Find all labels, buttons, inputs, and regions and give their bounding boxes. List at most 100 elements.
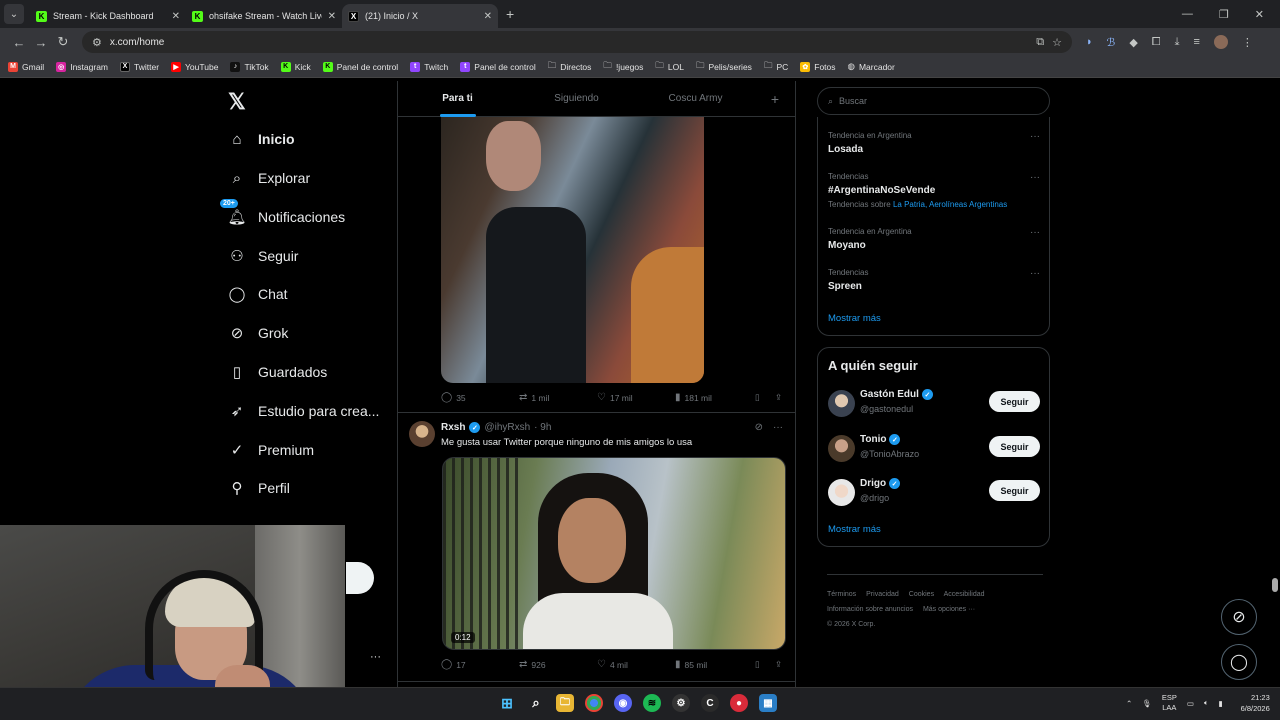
reading-list-icon[interactable]: ≡ [1193, 36, 1199, 48]
views-button[interactable]: ▮ 181 mil [675, 392, 755, 403]
tweet[interactable]: Rxsh ✓ @ihyRxsh · 9h ⊘ ··· Me gusta usar… [398, 413, 795, 683]
windows-start-icon[interactable]: ⊞ [498, 694, 516, 712]
nav-profile[interactable]: ⚲ Perfil [228, 479, 290, 497]
footer-link[interactable]: Privacidad [866, 591, 899, 598]
repost-button[interactable]: ⇄ 1 mil [519, 392, 597, 403]
bookmark-folder-pc[interactable]: 🗀 PC [764, 60, 788, 74]
trend-item[interactable]: Tendencia en Argentina Moyano ··· [828, 227, 1040, 251]
show-more-follow-link[interactable]: Mostrar más [828, 524, 881, 535]
bookmark-gmail[interactable]: M Gmail [8, 61, 44, 72]
back-icon[interactable]: ← [8, 35, 30, 50]
author-name[interactable]: Rxsh [441, 422, 465, 433]
tab-search-button[interactable]: ⌄ [4, 4, 24, 24]
share-icon[interactable]: ⇪ [775, 392, 782, 403]
avatar[interactable] [828, 479, 855, 506]
avatar[interactable] [828, 390, 855, 417]
bookmark-kick-panel[interactable]: K Panel de control [322, 61, 398, 72]
minimize-icon[interactable]: — [1182, 8, 1193, 21]
spotify-icon[interactable]: ≋ [643, 694, 661, 712]
file-explorer-icon[interactable]: 🗀 [556, 694, 574, 712]
clock[interactable]: 21:23 6/8/2026 [1241, 692, 1270, 714]
bookmark-folder-juegos[interactable]: 🗀 !juegos [603, 60, 643, 74]
bookmark-marcador[interactable]: ◍ Marcador [848, 61, 895, 72]
add-tab-icon[interactable]: + [755, 91, 795, 107]
nav-premium[interactable]: ✓ Premium [228, 441, 314, 459]
trend-item[interactable]: Tendencia en Argentina Losada ··· [828, 131, 1040, 155]
bookmark-folder-directos[interactable]: 🗀 Directos [548, 60, 592, 74]
bookmark-icon[interactable]: ▯ [755, 659, 775, 670]
account-more-icon[interactable]: ··· [370, 651, 381, 663]
bookmark-youtube[interactable]: ▶ YouTube [171, 61, 218, 72]
tweet-media-video[interactable]: 0:12 [442, 457, 786, 650]
extension-icon[interactable]: ◆ [1129, 36, 1137, 49]
grok-icon[interactable]: ⊘ [755, 422, 763, 433]
restore-icon[interactable]: ❐ [1219, 8, 1229, 21]
close-window-icon[interactable]: ✕ [1255, 8, 1264, 21]
volume-icon[interactable]: 🔈︎ [1204, 698, 1209, 708]
puzzle-icon[interactable]: ⧠ [1152, 36, 1161, 49]
tab-for-you[interactable]: Para ti [398, 81, 517, 117]
footer-link[interactable]: Más opciones ··· [923, 606, 975, 613]
footer-link[interactable]: Cookies [909, 591, 934, 598]
nav-home[interactable]: ⌂ Inicio [228, 130, 294, 148]
nav-explore[interactable]: ⌕ Explorar [228, 169, 310, 187]
tab-kick-dashboard[interactable]: K Stream - Kick Dashboard ✕ [30, 4, 186, 28]
views-button[interactable]: ▮ 85 mil [675, 659, 755, 670]
profile-avatar[interactable] [1213, 35, 1228, 49]
nav-creator-studio[interactable]: ➶ Estudio para crea... [228, 402, 380, 420]
more-icon[interactable]: ··· [1030, 131, 1040, 142]
author-handle[interactable]: @ihyRxsh [484, 422, 530, 433]
tab-kick-stream[interactable]: K ohsifake Stream - Watch Live o ✕ [186, 4, 342, 28]
reload-icon[interactable]: ↻ [52, 34, 74, 50]
more-icon[interactable]: ··· [1030, 268, 1040, 279]
avatar[interactable] [409, 421, 435, 447]
bookmark-kick[interactable]: K Kick [280, 61, 311, 72]
close-icon[interactable]: ✕ [484, 11, 492, 22]
app-icon[interactable]: C [701, 694, 719, 712]
show-more-trends-link[interactable]: Mostrar más [828, 313, 881, 324]
nav-chat[interactable]: ◯ Chat [228, 285, 288, 303]
messages-fab-icon[interactable]: ◯ [1221, 644, 1257, 680]
photos-icon[interactable]: ▦ [759, 694, 777, 712]
trend-item[interactable]: Tendencias Spreen ··· [828, 268, 1040, 292]
search-icon[interactable]: ⌕ [527, 694, 545, 712]
more-icon[interactable]: ··· [1030, 172, 1040, 183]
display-icon[interactable]: ▭ [1187, 699, 1194, 708]
bookmark-twitch[interactable]: t Twitch [410, 61, 448, 72]
tweet-time[interactable]: · 9h [534, 422, 551, 433]
follow-suggestion[interactable]: Tonio ✓ @TonioAbrazo Seguir [828, 433, 1040, 465]
extension-icon[interactable]: ◗ [1086, 36, 1093, 48]
battery-icon[interactable]: ▮ [1218, 699, 1222, 708]
download-icon[interactable]: ⤓ [1175, 36, 1180, 49]
x-logo-icon[interactable]: 𝕏 [228, 89, 246, 115]
more-icon[interactable]: ··· [773, 422, 783, 433]
bookmark-folder-pelis[interactable]: 🗀 Pelis/series [696, 60, 752, 74]
tab-coscu-army[interactable]: Coscu Army [636, 81, 755, 117]
bookmark-star-icon[interactable]: ☆ [1052, 36, 1062, 49]
follow-button[interactable]: Seguir [989, 436, 1040, 457]
bookmark-twitch-panel[interactable]: t Panel de control [460, 61, 536, 72]
footer-link[interactable]: Información sobre anuncios [827, 606, 913, 613]
nav-grok[interactable]: ⊘ Grok [228, 324, 289, 342]
follow-button[interactable]: Seguir [989, 480, 1040, 501]
discord-icon[interactable]: ◉ [614, 694, 632, 712]
footer-link[interactable]: Accesibilidad [944, 591, 985, 598]
nav-bookmarks[interactable]: ▯ Guardados [228, 363, 327, 381]
close-icon[interactable]: ✕ [328, 11, 336, 22]
close-icon[interactable]: ✕ [172, 11, 180, 22]
nav-follow[interactable]: ⚇ Seguir [228, 247, 298, 265]
translate-icon[interactable]: ℬ [1107, 36, 1116, 49]
language-indicator[interactable]: ESP LAA [1162, 693, 1177, 713]
trend-item[interactable]: Tendencias #ArgentinaNoSeVende Tendencia… [828, 172, 1040, 209]
new-tab-button[interactable]: + [506, 6, 514, 22]
reply-button[interactable]: ◯ 35 [441, 392, 519, 403]
follow-button[interactable]: Seguir [989, 391, 1040, 412]
avatar[interactable] [828, 435, 855, 462]
follow-suggestion[interactable]: Drigo ✓ @drigo Seguir [828, 477, 1040, 509]
menu-icon[interactable]: ⋮ [1242, 36, 1253, 49]
bookmark-folder-lol[interactable]: 🗀 LOL [655, 60, 684, 74]
app-icon[interactable]: ⚙ [672, 694, 690, 712]
tab-following[interactable]: Siguiendo [517, 81, 636, 117]
bookmark-twitter[interactable]: X Twitter [120, 61, 159, 72]
trend-related-links[interactable]: La Patria, Aerolíneas Argentinas [893, 200, 1007, 209]
